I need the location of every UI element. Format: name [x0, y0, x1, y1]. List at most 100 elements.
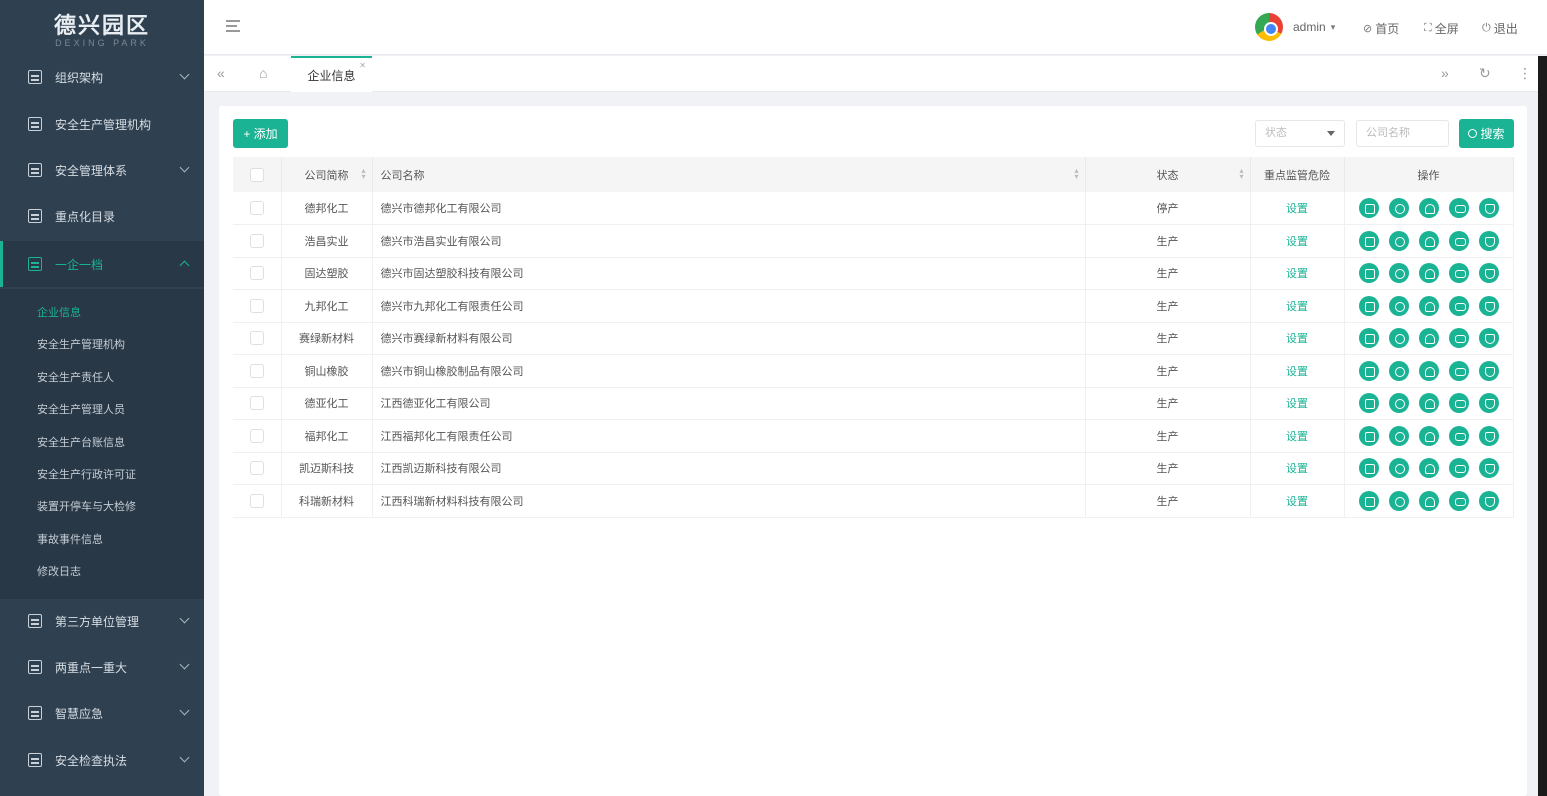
- row-checkbox[interactable]: [249, 396, 264, 411]
- hazard-settings-link[interactable]: 设置: [1286, 496, 1308, 508]
- row-checkbox[interactable]: [249, 493, 264, 508]
- view-icon[interactable]: [1388, 360, 1409, 381]
- user-icon[interactable]: [1418, 425, 1439, 446]
- submenu-item-safety-org[interactable]: 安全生产管理机构: [37, 335, 125, 355]
- user-icon[interactable]: [1418, 198, 1439, 218]
- edit-icon[interactable]: [1358, 458, 1379, 479]
- edit-icon[interactable]: [1358, 360, 1379, 381]
- message-icon[interactable]: [1448, 328, 1469, 349]
- logo[interactable]: 德兴园区 DEXING PARK: [0, 0, 204, 56]
- menu-toggle-icon[interactable]: [226, 20, 240, 32]
- view-icon[interactable]: [1388, 230, 1409, 251]
- row-checkbox[interactable]: [249, 201, 264, 215]
- view-icon[interactable]: [1388, 198, 1409, 218]
- sidebar-item-third-party[interactable]: 第三方单位管理: [0, 598, 204, 644]
- message-icon[interactable]: [1448, 458, 1469, 479]
- search-button[interactable]: 搜索: [1459, 119, 1514, 148]
- message-icon[interactable]: [1448, 263, 1469, 284]
- col-short-name[interactable]: 公司简称 ▴ ▾: [281, 157, 373, 192]
- page-scrollbar[interactable]: [1538, 56, 1547, 796]
- edit-icon[interactable]: [1358, 490, 1379, 511]
- user-menu[interactable]: admin ▾: [1293, 20, 1338, 34]
- delete-icon[interactable]: [1478, 328, 1499, 349]
- tabs-scroll-right-icon[interactable]: »: [1441, 65, 1449, 81]
- edit-icon[interactable]: [1358, 393, 1379, 414]
- edit-icon[interactable]: [1358, 295, 1379, 316]
- delete-icon[interactable]: [1478, 393, 1499, 414]
- refresh-icon[interactable]: ↻: [1479, 65, 1491, 82]
- row-checkbox[interactable]: [249, 428, 264, 443]
- submenu-item-responsible[interactable]: 安全生产责任人: [37, 368, 114, 388]
- edit-icon[interactable]: [1358, 328, 1379, 349]
- add-button[interactable]: + 添加: [233, 119, 288, 148]
- hazard-settings-link[interactable]: 设置: [1286, 366, 1308, 378]
- col-status[interactable]: 状态 ▴ ▾: [1085, 157, 1251, 192]
- message-icon[interactable]: [1448, 295, 1469, 316]
- hazard-settings-link[interactable]: 设置: [1286, 398, 1308, 410]
- logout-button[interactable]: ⏻ 退出: [1482, 20, 1518, 37]
- hazard-settings-link[interactable]: 设置: [1286, 463, 1308, 475]
- user-icon[interactable]: [1418, 360, 1439, 381]
- submenu-item-incidents[interactable]: 事故事件信息: [37, 530, 103, 550]
- sidebar-item-safety-org[interactable]: 安全生产管理机构: [0, 101, 204, 147]
- row-checkbox[interactable]: [249, 233, 264, 248]
- home-button[interactable]: ⊘ 首页: [1363, 20, 1399, 37]
- edit-icon[interactable]: [1358, 263, 1379, 284]
- row-checkbox[interactable]: [249, 363, 264, 378]
- delete-icon[interactable]: [1478, 490, 1499, 511]
- edit-icon[interactable]: [1358, 425, 1379, 446]
- tab-enterprise-info[interactable]: 企业信息 ✕: [291, 56, 372, 92]
- message-icon[interactable]: [1448, 360, 1469, 381]
- submenu-item-change-log[interactable]: 修改日志: [37, 562, 81, 582]
- view-icon[interactable]: [1388, 263, 1409, 284]
- sidebar-item-org[interactable]: 组织架构: [0, 54, 204, 100]
- avatar[interactable]: [1255, 13, 1283, 41]
- message-icon[interactable]: [1448, 230, 1469, 251]
- user-icon[interactable]: [1418, 393, 1439, 414]
- more-icon[interactable]: ⋮: [1518, 65, 1532, 82]
- row-checkbox[interactable]: [249, 461, 264, 476]
- row-checkbox[interactable]: [249, 298, 264, 313]
- row-checkbox[interactable]: [249, 331, 264, 346]
- delete-icon[interactable]: [1478, 458, 1499, 479]
- submenu-item-managers[interactable]: 安全生产管理人员: [37, 400, 125, 420]
- close-icon[interactable]: ✕: [359, 61, 366, 70]
- edit-icon[interactable]: [1358, 198, 1379, 218]
- delete-icon[interactable]: [1478, 198, 1499, 218]
- message-icon[interactable]: [1448, 425, 1469, 446]
- status-select[interactable]: 状态: [1255, 120, 1345, 147]
- delete-icon[interactable]: [1478, 425, 1499, 446]
- user-icon[interactable]: [1418, 328, 1439, 349]
- user-icon[interactable]: [1418, 295, 1439, 316]
- delete-icon[interactable]: [1478, 295, 1499, 316]
- user-icon[interactable]: [1418, 263, 1439, 284]
- fullscreen-button[interactable]: ⛶ 全屏: [1424, 20, 1459, 37]
- view-icon[interactable]: [1388, 393, 1409, 414]
- hazard-settings-link[interactable]: 设置: [1286, 268, 1308, 280]
- delete-icon[interactable]: [1478, 263, 1499, 284]
- user-icon[interactable]: [1418, 458, 1439, 479]
- view-icon[interactable]: [1388, 458, 1409, 479]
- user-icon[interactable]: [1418, 230, 1439, 251]
- message-icon[interactable]: [1448, 490, 1469, 511]
- view-icon[interactable]: [1388, 328, 1409, 349]
- hazard-settings-link[interactable]: 设置: [1286, 236, 1308, 248]
- submenu-item-ledger[interactable]: 安全生产台账信息: [37, 433, 125, 453]
- submenu-item-license[interactable]: 安全生产行政许可证: [37, 465, 136, 485]
- sidebar-item-inspection[interactable]: 安全检查执法: [0, 737, 204, 783]
- home-tab-icon[interactable]: ⌂: [259, 65, 267, 81]
- col-company-name[interactable]: 公司名称 ▴ ▾: [372, 157, 1086, 192]
- select-all-checkbox[interactable]: [249, 167, 264, 182]
- sidebar-item-key-hazards[interactable]: 两重点一重大: [0, 644, 204, 690]
- submenu-item-enterprise-info[interactable]: 企业信息: [37, 303, 81, 323]
- message-icon[interactable]: [1448, 393, 1469, 414]
- tabs-scroll-left-icon[interactable]: «: [217, 65, 225, 81]
- submenu-item-maintenance[interactable]: 装置开停车与大检修: [37, 497, 136, 517]
- view-icon[interactable]: [1388, 490, 1409, 511]
- hazard-settings-link[interactable]: 设置: [1286, 333, 1308, 345]
- user-icon[interactable]: [1418, 490, 1439, 511]
- sidebar-item-catalog[interactable]: 重点化目录: [0, 193, 204, 239]
- sidebar-item-safety-system[interactable]: 安全管理体系: [0, 147, 204, 193]
- message-icon[interactable]: [1448, 198, 1469, 218]
- delete-icon[interactable]: [1478, 360, 1499, 381]
